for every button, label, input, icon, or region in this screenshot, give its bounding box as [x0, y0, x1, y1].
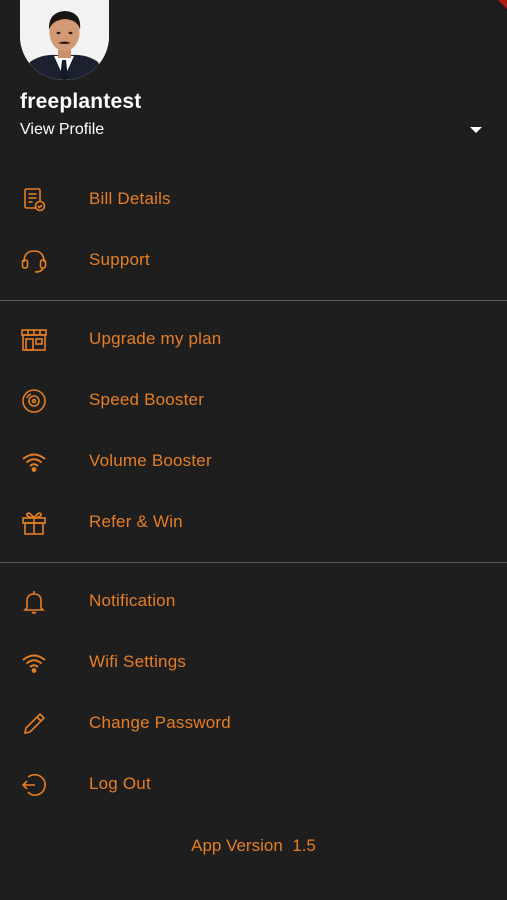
app-version-label: App Version: [191, 836, 283, 855]
view-profile-link[interactable]: View Profile: [20, 121, 104, 139]
app-version: App Version 1.5: [0, 836, 507, 856]
store-icon: [18, 326, 50, 354]
menu-label: Log Out: [89, 774, 151, 793]
menu-item-speed-booster[interactable]: Speed Booster: [0, 375, 507, 427]
menu-label: Upgrade my plan: [89, 329, 222, 348]
menu-label: Speed Booster: [89, 390, 205, 409]
menu-item-volume-booster[interactable]: Volume Booster: [0, 436, 507, 488]
menu-item-bill-details[interactable]: Bill Details: [0, 174, 507, 226]
menu-label: Support: [89, 250, 150, 269]
menu-item-wifi-settings[interactable]: Wifi Settings: [0, 637, 507, 689]
chevron-down-icon[interactable]: [470, 127, 482, 133]
pencil-icon: [18, 710, 50, 738]
gift-icon: [18, 509, 50, 537]
menu-label: Notification: [89, 591, 176, 610]
corner-accent: [498, 0, 507, 9]
menu-label: Wifi Settings: [89, 652, 187, 671]
wifi-icon: [18, 649, 50, 677]
menu-item-upgrade-plan[interactable]: Upgrade my plan: [0, 314, 507, 366]
bell-icon: [18, 588, 50, 616]
app-version-number: 1.5: [292, 836, 316, 855]
menu-item-support[interactable]: Support: [0, 235, 507, 287]
headset-icon: [18, 247, 50, 275]
bill-icon: [18, 186, 50, 214]
logout-icon: [18, 771, 50, 799]
disc-icon: [18, 387, 50, 415]
menu-item-notification[interactable]: Notification: [0, 576, 507, 628]
profile-username: freeplantest: [20, 90, 142, 113]
menu-label: Change Password: [89, 713, 231, 732]
profile-photo: [20, 0, 109, 80]
navigation-drawer: freeplantest View Profile Bill Details S…: [0, 0, 507, 900]
divider: [0, 300, 507, 301]
divider: [0, 562, 507, 563]
avatar[interactable]: [20, 0, 109, 80]
menu-label: Refer & Win: [89, 512, 183, 531]
wifi-icon: [18, 448, 50, 476]
menu-item-refer-win[interactable]: Refer & Win: [0, 497, 507, 549]
menu-label: Bill Details: [89, 189, 171, 208]
menu-item-log-out[interactable]: Log Out: [0, 759, 507, 811]
menu-label: Volume Booster: [89, 451, 212, 470]
menu-item-change-password[interactable]: Change Password: [0, 698, 507, 750]
